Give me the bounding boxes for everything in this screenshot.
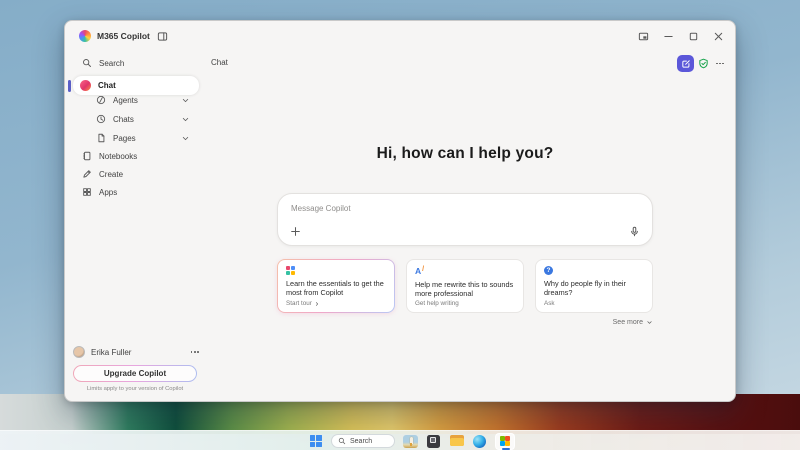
rewrite-pen-icon <box>415 266 515 276</box>
history-clock-icon <box>96 114 106 124</box>
sidebar-item-label: Chat <box>98 81 116 90</box>
sidebar-search[interactable]: Search <box>75 54 197 72</box>
avatar <box>73 346 85 358</box>
see-more-label: See more <box>613 319 643 326</box>
user-account-row[interactable]: Erika Fuller <box>73 343 199 361</box>
sidebar-item-apps[interactable]: Apps <box>75 183 197 201</box>
create-pen-icon <box>82 169 92 179</box>
compose-icon <box>681 59 691 69</box>
selected-item-accent-bar <box>68 80 71 92</box>
taskbar-search-box[interactable]: Search <box>331 434 395 448</box>
edge-browser-button[interactable] <box>472 434 487 449</box>
window-controls <box>636 21 725 51</box>
sidebar-item-label: Pages <box>113 134 136 143</box>
suggestion-card-rewrite[interactable]: Help me rewrite this to sounds more prof… <box>406 259 524 313</box>
card-action-label: Start tour <box>286 300 312 307</box>
chevron-down-icon <box>181 115 190 124</box>
sidebar-item-notebooks[interactable]: Notebooks <box>75 147 197 165</box>
colorful-grid-icon <box>286 266 386 275</box>
card-action-label: Ask <box>544 300 555 307</box>
toggle-sidebar-icon[interactable] <box>156 29 170 43</box>
sidebar-item-pages[interactable]: Pages <box>89 129 197 147</box>
user-name: Erika Fuller <box>91 348 131 357</box>
page-icon <box>96 133 106 143</box>
suggestion-card-learn[interactable]: Learn the essentials to get the most fro… <box>277 259 395 313</box>
active-app-underline <box>502 448 510 450</box>
copilot-chat-icon <box>80 80 91 91</box>
chevron-down-icon <box>181 96 190 105</box>
apps-grid-icon <box>82 187 92 197</box>
attach-plus-button[interactable] <box>289 225 302 238</box>
sidebar-item-chats[interactable]: Chats <box>89 110 197 128</box>
card-action[interactable]: Get help writing <box>415 300 459 307</box>
suggestion-cards: Learn the essentials to get the most fro… <box>277 259 653 313</box>
taskbar-search-placeholder: Search <box>350 438 372 445</box>
m365-copilot-window: M365 Copilot <box>64 20 736 402</box>
close-button[interactable] <box>711 29 725 43</box>
composer-placeholder: Message Copilot <box>291 204 351 213</box>
upgrade-button-border: Upgrade Copilot <box>73 365 197 382</box>
minimize-button[interactable] <box>661 29 675 43</box>
m365-copilot-logo-icon <box>79 30 91 42</box>
see-more-link[interactable]: See more <box>277 319 653 326</box>
microphone-icon <box>629 226 640 237</box>
rocket-app-button[interactable] <box>403 434 418 449</box>
card-action[interactable]: Ask <box>544 300 555 307</box>
chat-header-title: Chat <box>211 53 228 71</box>
microphone-button[interactable] <box>628 225 641 238</box>
sidebar-search-label: Search <box>99 59 124 68</box>
chevron-right-icon <box>314 301 320 307</box>
titlebar: M365 Copilot <box>65 21 735 51</box>
windows-logo-icon <box>310 435 322 447</box>
message-composer[interactable]: Message Copilot <box>277 193 653 246</box>
chevron-down-icon <box>646 319 653 326</box>
user-more-icon[interactable] <box>191 351 199 353</box>
task-view-icon <box>427 435 440 448</box>
window-title: M365 Copilot <box>97 31 150 41</box>
greeting-heading: Hi, how can I help you? <box>277 145 653 163</box>
shield-check-icon <box>698 58 709 69</box>
upgrade-disclaimer: Limits apply to your version of Copilot <box>65 386 205 392</box>
m365-copilot-taskbar-button[interactable] <box>495 433 515 450</box>
sidebar-item-create[interactable]: Create <box>75 165 197 183</box>
chat-more-options-button[interactable] <box>713 58 727 69</box>
task-view-button[interactable] <box>426 434 441 449</box>
upgrade-copilot-button[interactable]: Upgrade Copilot <box>74 366 196 381</box>
desktop: M365 Copilot <box>0 0 800 450</box>
search-icon <box>82 58 92 68</box>
notebook-icon <box>82 151 92 161</box>
m365-copilot-app-icon <box>500 436 510 446</box>
sidebar-item-label: Apps <box>99 188 117 197</box>
sidebar-item-label: Create <box>99 170 123 179</box>
edge-icon <box>473 435 486 448</box>
card-text: Help me rewrite this to sounds more prof… <box>415 280 515 298</box>
chevron-down-icon <box>181 134 190 143</box>
sidebar-item-agents[interactable]: Agents <box>89 91 197 109</box>
agents-icon <box>96 95 106 105</box>
taskbar: Search <box>0 430 800 450</box>
maximize-button[interactable] <box>686 29 700 43</box>
chat-main: Chat Hi, how can I help you? Message Cop… <box>205 51 735 401</box>
file-explorer-button[interactable] <box>449 434 464 449</box>
sidebar-item-label: Agents <box>113 96 138 105</box>
sidebar-item-label: Notebooks <box>99 152 137 161</box>
taskbar-center-group: Search <box>308 433 515 449</box>
titlebar-left: M365 Copilot <box>79 21 170 51</box>
card-text: Learn the essentials to get the most fro… <box>286 279 386 297</box>
folder-icon <box>450 435 464 447</box>
card-text: Why do people fly in their dreams? <box>544 279 644 297</box>
start-button[interactable] <box>308 434 323 449</box>
rocket-icon <box>403 435 418 448</box>
plus-icon <box>290 226 301 237</box>
card-action-label: Get help writing <box>415 300 459 307</box>
new-chat-button[interactable] <box>677 55 694 72</box>
card-action[interactable]: Start tour <box>286 300 320 307</box>
sidebar: Search Chat Agents Chats <box>65 51 205 401</box>
question-circle-icon <box>544 266 553 275</box>
search-icon <box>338 437 346 445</box>
protected-shield-button[interactable] <box>697 57 710 70</box>
suggestion-card-question[interactable]: Why do people fly in their dreams? Ask <box>535 259 653 313</box>
popout-icon[interactable] <box>636 29 650 43</box>
sidebar-item-label: Chats <box>113 115 134 124</box>
